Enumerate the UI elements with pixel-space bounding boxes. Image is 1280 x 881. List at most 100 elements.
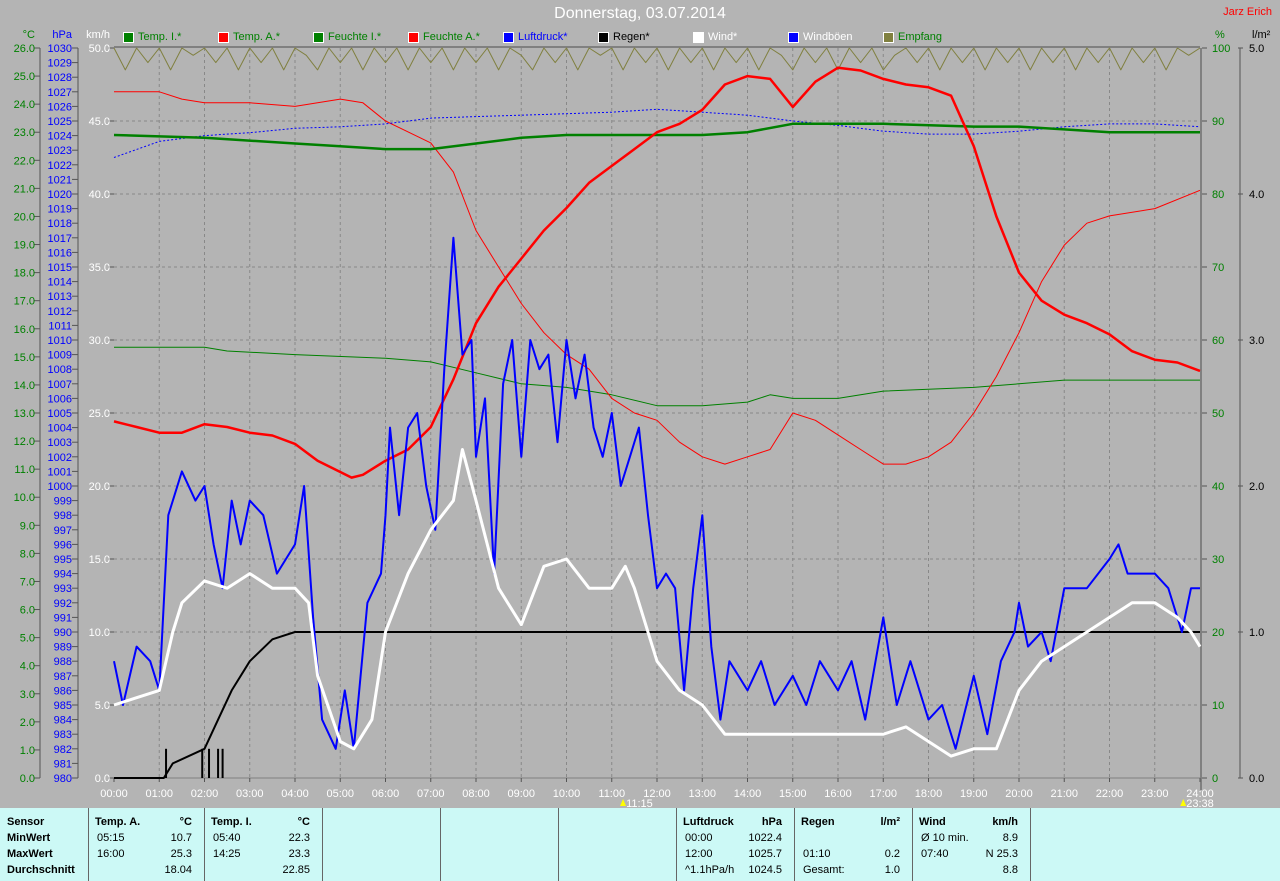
stats-column-unit: °C	[297, 816, 310, 828]
x-axis-tick-label: 14:00	[734, 788, 762, 800]
axis-tick-label-temp: 3.0	[20, 689, 35, 701]
stats-column-title: Wind	[919, 816, 946, 828]
axis-tick-label-temp: 14.0	[14, 380, 35, 392]
axis-tick-label-rain: 0.0	[1249, 773, 1264, 785]
axis-tick-label-pressure: 1029	[48, 58, 72, 70]
axis-tick-label-humidity: 80	[1212, 189, 1224, 201]
stats-cell-value: N 25.3	[985, 848, 1018, 860]
x-axis-tick-label: 23:00	[1141, 788, 1169, 800]
axis-unit-rain: l/m²	[1252, 29, 1271, 41]
axis-tick-label-temp: 24.0	[14, 99, 35, 111]
axis-tick-label-pressure: 1013	[48, 291, 72, 303]
axis-tick-label-pressure: 1017	[48, 233, 72, 245]
stats-cell-value: 8.9	[1002, 832, 1018, 844]
x-axis-tick-label: 21:00	[1050, 788, 1078, 800]
stats-column-empty	[559, 808, 677, 881]
axis-tick-label-pressure: 999	[54, 496, 72, 508]
stats-cell-value: 23.3	[288, 848, 310, 860]
axis-tick-label-temp: 17.0	[14, 296, 35, 308]
axis-tick-label-humidity: 10	[1212, 700, 1224, 712]
stats-column-empty	[441, 808, 559, 881]
axis-tick-label-temp: 20.0	[14, 211, 35, 223]
x-axis-tick-label: 15:00	[779, 788, 807, 800]
stats-cell-time: ^1.1hPa/h	[685, 864, 735, 876]
stats-cell-time: 05:15	[97, 832, 125, 844]
stats-cell-time: 01:10	[803, 848, 831, 860]
axis-tick-label-pressure: 988	[54, 656, 72, 668]
axis-unit-temp: °C	[23, 29, 35, 41]
x-axis-tick-label: 02:00	[191, 788, 219, 800]
axis-tick-label-humidity: 0	[1212, 773, 1218, 785]
stats-column-wind: Wind km/h Ø 10 min. 8.9 07:40 N 25.3 8.8	[913, 808, 1031, 881]
axis-tick-label-pressure: 1001	[48, 466, 72, 478]
axis-tick-label-pressure: 996	[54, 539, 72, 551]
axis-tick-label-temp: 11.0	[14, 464, 35, 476]
axis-tick-label-pressure: 989	[54, 642, 72, 654]
x-axis-tick-label: 16:00	[824, 788, 852, 800]
axis-tick-label-temp: 6.0	[20, 605, 35, 617]
axis-tick-label-pressure: 991	[54, 612, 72, 624]
axis-tick-label-temp: 5.0	[20, 633, 35, 645]
x-axis-tick-label: 10:00	[553, 788, 581, 800]
x-axis-tick-label: 22:00	[1096, 788, 1124, 800]
stats-cell-value: 10.7	[170, 832, 192, 844]
marker-time-label: 23:38	[1186, 798, 1214, 808]
axis-tick-label-pressure: 986	[54, 685, 72, 697]
stats-table: Sensor MinWert MaxWert Durchschnitt Temp. A.…	[0, 808, 1280, 881]
axis-tick-label-pressure: 1006	[48, 393, 72, 405]
axis-tick-label-pressure: 1026	[48, 101, 72, 113]
axis-tick-label-pressure: 1028	[48, 72, 72, 84]
stats-column-title: Regen	[801, 816, 835, 828]
axis-tick-label-pressure: 990	[54, 627, 72, 639]
axis-tick-label-temp: 12.0	[14, 436, 35, 448]
stats-row-label: Durchschnitt	[7, 864, 75, 876]
axis-tick-label-temp: 22.0	[14, 155, 35, 167]
axis-tick-label-humidity: 30	[1212, 554, 1224, 566]
axis-tick-label-rain: 5.0	[1249, 43, 1264, 55]
axis-tick-label-temp: 15.0	[14, 352, 35, 364]
stats-cell-value: 25.3	[170, 848, 192, 860]
axis-tick-label-humidity: 60	[1212, 335, 1224, 347]
stats-row-labels: Sensor MinWert MaxWert Durchschnitt	[0, 808, 89, 881]
x-axis-tick-label: 06:00	[372, 788, 400, 800]
stats-cell-time: Gesamt:	[803, 864, 845, 876]
axis-tick-label-pressure: 1012	[48, 306, 72, 318]
stats-column-title: Temp. A.	[95, 816, 141, 828]
axis-tick-label-pressure: 982	[54, 744, 72, 756]
stats-column-unit: °C	[179, 816, 192, 828]
stats-column-unit: hPa	[761, 816, 782, 828]
axis-tick-label-humidity: 70	[1212, 262, 1224, 274]
axis-tick-label-wind: 45.0	[89, 116, 110, 128]
axis-tick-label-temp: 21.0	[14, 183, 35, 195]
axis-tick-label-pressure: 985	[54, 700, 72, 712]
stats-cell-time: 05:40	[213, 832, 241, 844]
axis-tick-label-pressure: 997	[54, 525, 72, 537]
stats-cell-value: 1024.5	[748, 864, 782, 876]
axis-tick-label-humidity: 50	[1212, 408, 1224, 420]
axis-tick-label-wind: 50.0	[89, 43, 110, 55]
axis-tick-label-pressure: 1025	[48, 116, 72, 128]
stats-cell-time: 14:25	[213, 848, 241, 860]
axis-tick-label-pressure: 995	[54, 554, 72, 566]
axis-tick-label-pressure: 1022	[48, 160, 72, 172]
axis-tick-label-pressure: 1008	[48, 364, 72, 376]
stats-cell-value: 22.3	[288, 832, 310, 844]
axis-tick-label-pressure: 1003	[48, 437, 72, 449]
stats-column-empty	[323, 808, 441, 881]
axis-tick-label-pressure: 1020	[48, 189, 72, 201]
axis-tick-label-temp: 0.0	[20, 773, 35, 785]
x-axis-tick-label: 07:00	[417, 788, 445, 800]
axis-tick-label-pressure: 1019	[48, 204, 72, 216]
stats-column-unit: km/h	[992, 816, 1018, 828]
axis-tick-label-rain: 2.0	[1249, 481, 1264, 493]
axis-tick-label-rain: 4.0	[1249, 189, 1264, 201]
axis-tick-label-wind: 0.0	[95, 773, 110, 785]
stats-cell-time: 07:40	[921, 848, 949, 860]
stats-cell-value: 1022.4	[748, 832, 782, 844]
axis-tick-label-rain: 3.0	[1249, 335, 1264, 347]
axis-tick-label-wind: 20.0	[89, 481, 110, 493]
stats-column-tempi: Temp. I. °C 05:40 22.3 14:25 23.3 22.85	[205, 808, 323, 881]
axis-tick-label-wind: 10.0	[89, 627, 110, 639]
axis-tick-label-temp: 7.0	[20, 576, 35, 588]
axis-unit-humidity: %	[1215, 29, 1225, 41]
